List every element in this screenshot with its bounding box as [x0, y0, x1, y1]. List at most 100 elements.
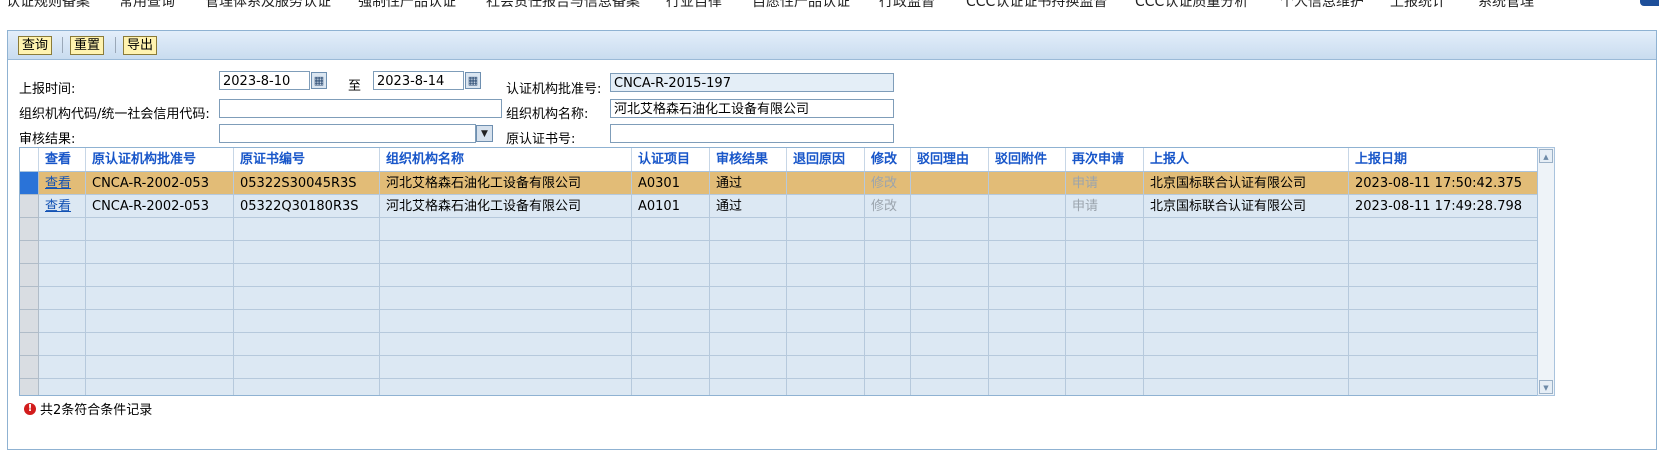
empty-cell [234, 241, 380, 264]
header-orig-cert-no[interactable]: 原证书编号 [234, 148, 380, 171]
empty-cell [1066, 218, 1144, 241]
alert-icon: ! [24, 402, 36, 415]
empty-cell [1066, 264, 1144, 287]
calendar-icon[interactable]: ▦ [465, 72, 481, 89]
header-reapply[interactable]: 再次申请 [1066, 148, 1144, 171]
empty-cell [39, 333, 86, 356]
empty-cell [865, 310, 911, 333]
empty-cell [1349, 356, 1547, 379]
empty-cell [1144, 264, 1349, 287]
empty-cell [1349, 333, 1547, 356]
row-selector[interactable] [20, 195, 39, 218]
row-selector[interactable] [20, 172, 39, 195]
empty-cell [787, 218, 865, 241]
cell-review-result: 通过 [710, 172, 787, 195]
reset-button[interactable]: 重置 [70, 36, 105, 55]
empty-cell [989, 287, 1066, 310]
nav-item[interactable]: 系统管理 [1478, 0, 1534, 10]
table-row[interactable]: 查看 CNCA-R-2002-053 05322Q30180R3S 河北艾格森石… [20, 195, 1547, 218]
scroll-down-icon[interactable]: ▼ [1539, 380, 1553, 394]
empty-cell [1349, 241, 1547, 264]
org-code-label: 组织机构代码/统一社会信用代码: [19, 107, 210, 122]
cell-reporter: 北京国标联合认证有限公司 [1144, 195, 1349, 218]
cell-reporter: 北京国标联合认证有限公司 [1144, 172, 1349, 195]
org-code-input[interactable] [219, 99, 502, 118]
calendar-icon[interactable]: ▦ [311, 72, 327, 89]
cell-orig-approval-no: CNCA-R-2002-053 [86, 195, 234, 218]
view-link[interactable]: 查看 [45, 176, 71, 191]
cell-reject-reason [911, 195, 989, 218]
table-row[interactable]: 查看 CNCA-R-2002-053 05322S30045R3S 河北艾格森石… [20, 172, 1547, 195]
header-org-name[interactable]: 组织机构名称 [380, 148, 632, 171]
query-button[interactable]: 查询 [18, 36, 53, 55]
cell-org-name: 河北艾格森石油化工设备有限公司 [380, 172, 632, 195]
header-corner [20, 148, 39, 171]
empty-cell [865, 218, 911, 241]
review-result-label: 审核结果: [19, 132, 76, 147]
empty-cell [380, 333, 632, 356]
empty-cell [787, 333, 865, 356]
empty-cell [911, 310, 989, 333]
chevron-down-icon[interactable]: ▼ [476, 125, 493, 142]
empty-cell [989, 356, 1066, 379]
nav-item[interactable]: CCC认证证书持换监督 [966, 0, 1107, 10]
header-view[interactable]: 查看 [39, 148, 86, 171]
results-grid: 查看 原认证机构批准号 原证书编号 组织机构名称 认证项目 审核结果 退回原因 … [19, 147, 1548, 396]
reapply-link-disabled: 申请 [1066, 195, 1144, 218]
row-selector [20, 356, 39, 379]
export-button[interactable]: 导出 [123, 36, 158, 55]
date-to-input[interactable]: 2023-8-14 [373, 71, 464, 90]
org-name-input[interactable]: 河北艾格森石油化工设备有限公司 [610, 99, 894, 118]
empty-cell [710, 264, 787, 287]
cell-review-result: 通过 [710, 195, 787, 218]
empty-cell [234, 264, 380, 287]
nav-item[interactable]: 上报统计 [1390, 0, 1446, 10]
nav-item[interactable]: 强制性产品认证 [358, 0, 456, 10]
header-report-date[interactable]: 上报日期 [1349, 148, 1547, 171]
report-time-label: 上报时间: [19, 82, 76, 97]
header-orig-approval-no[interactable]: 原认证机构批准号 [86, 148, 234, 171]
row-selector [20, 218, 39, 241]
empty-cell [865, 241, 911, 264]
nav-item[interactable]: 行政监督 [879, 0, 935, 10]
empty-cell [380, 287, 632, 310]
empty-cell [1066, 356, 1144, 379]
nav-item[interactable]: 自愿性产品认证 [752, 0, 850, 10]
scroll-up-icon[interactable]: ▲ [1539, 149, 1553, 163]
nav-item[interactable]: 个人信息维护 [1280, 0, 1364, 10]
review-result-select[interactable] [219, 124, 476, 143]
header-reject-reason[interactable]: 驳回理由 [911, 148, 989, 171]
nav-item[interactable]: 行业自律 [666, 0, 722, 10]
header-reporter[interactable]: 上报人 [1144, 148, 1349, 171]
empty-cell [380, 218, 632, 241]
empty-cell [39, 379, 86, 395]
empty-cell [234, 310, 380, 333]
grid-scrollbar[interactable]: ▲ ▼ [1537, 147, 1555, 396]
nav-item[interactable]: 管理体系及服务认证 [205, 0, 331, 10]
empty-cell [710, 310, 787, 333]
header-return-reason[interactable]: 退回原因 [787, 148, 865, 171]
header-reject-attachment[interactable]: 驳回附件 [989, 148, 1066, 171]
empty-cell [380, 356, 632, 379]
empty-cell [1144, 218, 1349, 241]
date-from-input[interactable]: 2023-8-10 [219, 71, 310, 90]
empty-cell [787, 287, 865, 310]
header-review-result[interactable]: 审核结果 [710, 148, 787, 171]
header-modify[interactable]: 修改 [865, 148, 911, 171]
nav-item[interactable]: CCC认证质量分析 [1135, 0, 1248, 10]
toolbar-separator [115, 37, 116, 53]
nav-item[interactable]: 社会责任报告与信息备案 [486, 0, 640, 10]
empty-cell [1144, 241, 1349, 264]
empty-cell [1066, 379, 1144, 395]
nav-item[interactable]: 认证规则备案 [6, 0, 90, 10]
empty-cell [86, 356, 234, 379]
view-link[interactable]: 查看 [45, 199, 71, 214]
empty-cell [632, 333, 710, 356]
empty-cell [989, 333, 1066, 356]
header-cert-item[interactable]: 认证项目 [632, 148, 710, 171]
row-selector [20, 333, 39, 356]
orig-cert-no-input[interactable] [610, 124, 894, 143]
empty-cell [865, 356, 911, 379]
empty-cell [234, 356, 380, 379]
nav-item[interactable]: 常用查询 [119, 0, 175, 10]
